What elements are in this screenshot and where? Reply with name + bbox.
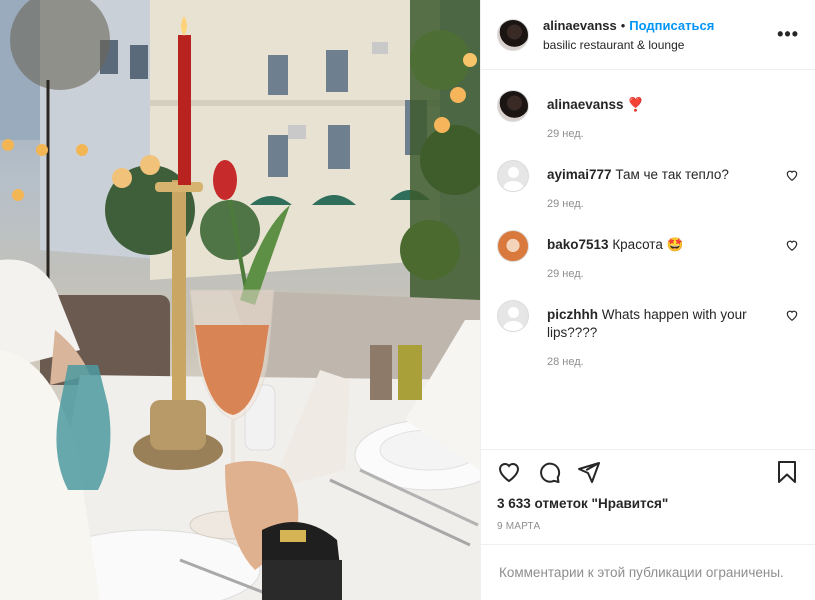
comment-time[interactable]: 29 нед. [547,268,773,280]
location-link[interactable]: basilic restaurant & lounge [543,38,777,52]
more-options-button[interactable]: ••• [777,24,799,45]
comment-avatar[interactable] [497,300,529,332]
comment-body: piczhhh Whats happen with your lips???? … [547,300,799,390]
comment-item: bako7513 Красота 🤩 29 нед. [497,230,799,300]
comment-text: bako7513 Красота 🤩 [547,236,773,254]
comment-avatar[interactable] [497,160,529,192]
caption-time[interactable]: 29 нед. [547,128,773,140]
comment-item: piczhhh Whats happen with your lips???? … [497,300,799,390]
post-date[interactable]: 9 МАРТА [497,521,799,532]
comment-text: ayimai777 Там че так тепло? [547,166,773,184]
caption-username[interactable]: alinaevanss [547,97,624,112]
likes-count[interactable]: 3 633 отметок "Нравится" [497,496,799,511]
post-actions-area: 3 633 отметок "Нравится" 9 МАРТА [481,449,815,544]
comment-time[interactable]: 28 нед. [547,356,773,368]
comment-time[interactable]: 29 нед. [547,198,773,210]
author-avatar[interactable] [497,18,529,51]
heart-icon[interactable] [497,460,521,484]
separator-dot: • [620,17,626,33]
caption-text: alinaevanss ❣️ [547,96,773,114]
like-comment-heart-icon[interactable] [785,238,799,252]
comment-icon[interactable] [537,460,561,484]
post-viewer: alinaevanss • Подписаться basilic restau… [0,0,815,600]
like-comment-heart-icon[interactable] [785,168,799,182]
caption-emoji: ❣️ [627,97,645,112]
comment-username[interactable]: piczhhh [547,307,598,322]
comment-body: ayimai777 Там че так тепло? 29 нед. [547,160,799,230]
comment-item: ayimai777 Там че так тепло? 29 нед. [497,160,799,230]
restaurant-photo [0,0,480,600]
comment-avatar[interactable] [497,230,529,262]
header-text: alinaevanss • Подписаться basilic restau… [543,18,777,52]
author-username[interactable]: alinaevanss [543,18,617,33]
bookmark-icon[interactable] [775,460,799,484]
comment-message: Красота 🤩 [612,237,684,252]
comment-message: Там че так тепло? [615,167,729,182]
caption-avatar[interactable] [497,90,529,122]
follow-button[interactable]: Подписаться [629,18,714,33]
post-header: alinaevanss • Подписаться basilic restau… [481,0,815,70]
like-comment-heart-icon[interactable] [785,308,799,322]
more-icon: ••• [777,24,799,44]
comments-limited-notice: Комментарии к этой публикации ограничены… [481,544,815,600]
caption: alinaevanss ❣️ 29 нед. [497,90,799,160]
comment-username[interactable]: bako7513 [547,237,609,252]
share-icon[interactable] [577,460,601,484]
comment-text: piczhhh Whats happen with your lips???? [547,306,773,342]
post-image[interactable] [0,0,480,600]
action-bar [497,456,799,488]
caption-body: alinaevanss ❣️ 29 нед. [547,90,799,160]
comments-list: alinaevanss ❣️ 29 нед. ayimai777 Там че … [481,70,815,449]
post-side-panel: alinaevanss • Подписаться basilic restau… [480,0,815,600]
comment-username[interactable]: ayimai777 [547,167,612,182]
comment-body: bako7513 Красота 🤩 29 нед. [547,230,799,300]
header-line: alinaevanss • Подписаться [543,18,777,33]
